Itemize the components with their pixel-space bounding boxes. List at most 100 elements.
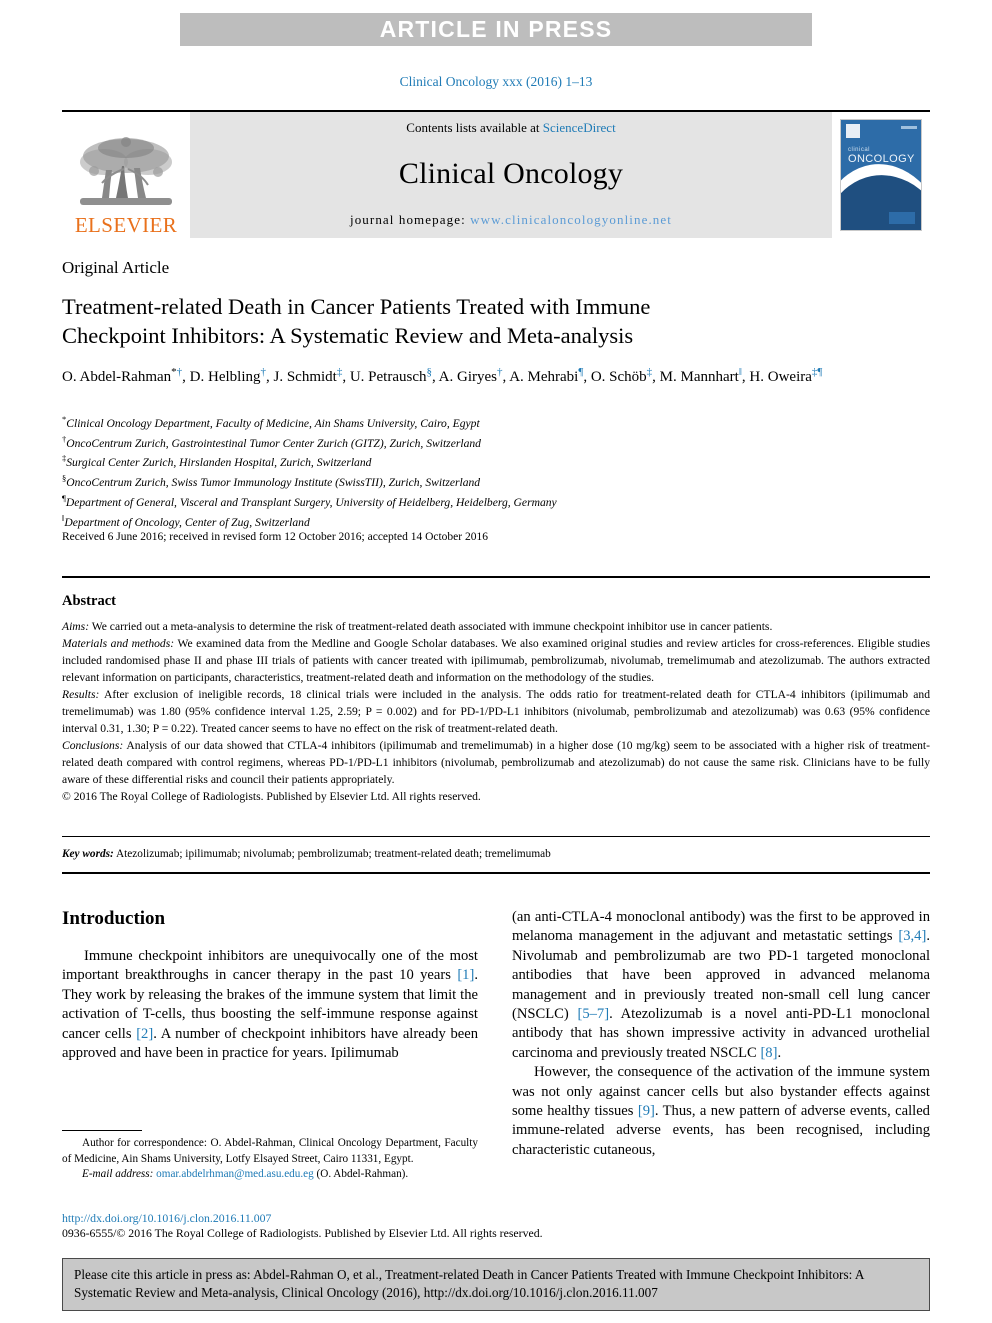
elsevier-tree-icon [80, 137, 172, 205]
masthead-center: Contents lists available at ScienceDirec… [190, 112, 832, 238]
abstract-results-text: After exclusion of ineligible records, 1… [62, 688, 930, 736]
affiliation-item: †OncoCentrum Zurich, Gastrointestinal Tu… [62, 433, 930, 453]
abstract-conclusions-label: Conclusions: [62, 739, 124, 753]
author-affiliation-mark: ‖ [738, 365, 742, 378]
affiliation-text: Surgical Center Zurich, Hirslanden Hospi… [66, 456, 372, 470]
contents-prefix: Contents lists available at [406, 120, 543, 135]
abstract-copyright: © 2016 The Royal College of Radiologists… [62, 790, 481, 804]
author-affiliation-mark: ¶ [578, 365, 584, 378]
affiliation-item: ‡Surgical Center Zurich, Hirslanden Hosp… [62, 452, 930, 472]
abstract-heading: Abstract [62, 593, 116, 609]
email-suffix: (O. Abdel-Rahman). [313, 1168, 409, 1181]
affiliation-item: ‖Department of Oncology, Center of Zug, … [62, 512, 930, 532]
journal-homepage-line: journal homepage: www.clinicaloncologyon… [350, 212, 672, 228]
abstract-top-rule [62, 576, 930, 578]
journal-masthead: ELSEVIER Contents lists available at Sci… [62, 110, 930, 238]
journal-citation-line: Clinical Oncology xxx (2016) 1–13 [399, 74, 593, 89]
reference-link-1[interactable]: [1] [457, 967, 474, 983]
article-title-line-1: Treatment-related Death in Cancer Patien… [62, 294, 651, 319]
affiliation-text: OncoCentrum Zurich, Gastrointestinal Tum… [66, 436, 481, 450]
keywords-top-rule [62, 836, 930, 837]
cite-this-article-box: Please cite this article in press as: Ab… [62, 1258, 930, 1311]
sciencedirect-link[interactable]: ScienceDirect [543, 120, 616, 135]
affiliation-item: §OncoCentrum Zurich, Swiss Tumor Immunol… [62, 472, 930, 492]
article-in-press-label: ARTICLE IN PRESS [379, 16, 613, 42]
journal-cover-cell: clinical ONCOLOGY [832, 112, 930, 238]
elsevier-wordmark: ELSEVIER [74, 213, 178, 237]
contents-lists-line: Contents lists available at ScienceDirec… [406, 120, 615, 136]
article-header: Original Article Treatment-related Death… [62, 258, 930, 388]
intro-paragraph-right-1: (an anti-CTLA-4 monoclonal antibody) was… [512, 908, 930, 1063]
author-affiliation-mark: § [426, 365, 432, 378]
abstract-results: Results: After exclusion of ineligible r… [62, 686, 930, 737]
homepage-prefix: journal homepage: [349, 212, 471, 227]
intro-paragraph-left: Immune checkpoint inhibitors are unequiv… [62, 947, 478, 1063]
abstract-aims-label: Aims: [62, 620, 90, 633]
affiliation-text: Department of General, Visceral and Tran… [65, 495, 557, 509]
author-affiliation-mark: ‡¶ [811, 365, 823, 378]
body-column-right: (an anti-CTLA-4 monoclonal antibody) was… [512, 908, 930, 1160]
journal-title: Clinical Oncology [398, 157, 624, 190]
section-heading-introduction: Introduction [62, 908, 166, 929]
author-name: J. Schmidt [273, 368, 337, 385]
reference-link-5-7[interactable]: [5–7] [577, 1006, 609, 1022]
abstract-aims: Aims: We carried out a meta-analysis to … [62, 618, 930, 635]
correspondence-footnote: Author for correspondence: O. Abdel-Rahm… [62, 1136, 478, 1183]
intro-right-text-a: (an anti-CTLA-4 monoclonal antibody) was… [512, 909, 930, 945]
author-affiliation-mark: † [260, 365, 266, 378]
received-dates: Received 6 June 2016; received in revise… [62, 531, 488, 543]
body-column-left: Introduction Immune checkpoint inhibitor… [62, 908, 478, 1063]
intro-left-text-a: Immune checkpoint inhibitors are unequiv… [62, 948, 478, 984]
cover-topright-mark [901, 126, 917, 129]
cite-this-article-text: Please cite this article in press as: Ab… [74, 1267, 864, 1300]
author-affiliation-mark: ‡ [336, 365, 343, 378]
reference-link-8[interactable]: [8] [760, 1045, 777, 1061]
author-name: A. Giryes [438, 368, 497, 385]
intro-right-text-d: . [777, 1044, 782, 1061]
abstract-methods: Materials and methods: We examined data … [62, 635, 930, 686]
issn-copyright-line: 0936-6555/© 2016 The Royal College of Ra… [62, 1226, 543, 1240]
correspondence-text: Author for correspondence: O. Abdel-Rahm… [62, 1137, 478, 1165]
affiliation-text: Clinical Oncology Department, Faculty of… [66, 416, 480, 430]
affiliation-list: *Clinical Oncology Department, Faculty o… [62, 413, 930, 531]
reference-link-9[interactable]: [9] [638, 1103, 655, 1119]
author-list: O. Abdel-Rahman*†, D. Helbling†, J. Schm… [62, 365, 823, 385]
affiliation-text: Department of Oncology, Center of Zug, S… [64, 515, 310, 529]
abstract-conclusions: Conclusions: Analysis of our data showed… [62, 737, 930, 788]
abstract-methods-text: We examined data from the Medline and Go… [62, 637, 930, 685]
author-affiliation-mark: † [497, 365, 503, 378]
affiliation-item: *Clinical Oncology Department, Faculty o… [62, 413, 930, 433]
keywords-label: Key words: [62, 848, 114, 860]
author-name: U. Petrausch [349, 368, 427, 385]
doi-link[interactable]: http://dx.doi.org/10.1016/j.clon.2016.11… [62, 1211, 271, 1226]
affiliation-item: ¶Department of General, Visceral and Tra… [62, 492, 930, 512]
abstract-body: Aims: We carried out a meta-analysis to … [62, 618, 930, 805]
cover-elsevier-mini-logo-icon [846, 124, 860, 138]
author-name: A. Mehrabi [509, 368, 579, 385]
article-type-label: Original Article [62, 258, 170, 277]
author-name: H. Oweira [749, 368, 812, 385]
author-affiliation-mark: † [176, 365, 183, 378]
journal-homepage-link[interactable]: www.clinicaloncologyonline.net [470, 212, 672, 227]
reference-link-2[interactable]: [2] [136, 1026, 153, 1042]
article-in-press-banner: ARTICLE IN PRESS [180, 13, 812, 46]
intro-paragraph-right-2: However, the consequence of the activati… [512, 1063, 930, 1160]
email-label: E-mail address: [82, 1168, 154, 1181]
abstract-conclusions-text: Analysis of our data showed that CTLA-4 … [62, 739, 930, 787]
cover-caption-large: ONCOLOGY [848, 153, 915, 165]
author-name: O. Abdel-Rahman [62, 368, 172, 385]
cover-bottom-badge-icon [889, 212, 915, 224]
article-title-line-2: Checkpoint Inhibitors: A Systematic Revi… [62, 323, 634, 349]
footnote-rule [62, 1130, 142, 1131]
journal-cover-thumbnail[interactable]: clinical ONCOLOGY [840, 119, 922, 231]
reference-link-3-4[interactable]: [3,4] [898, 928, 926, 944]
affiliation-text: OncoCentrum Zurich, Swiss Tumor Immunolo… [66, 475, 481, 489]
abstract-results-label: Results: [62, 688, 100, 702]
author-name: O. Schöb [590, 368, 647, 385]
keywords-line: Key words: Atezolizumab; ipilimumab; niv… [62, 848, 930, 860]
page-title: Treatment-related Death in Cancer Patien… [62, 292, 930, 351]
author-name: M. Mannhart [659, 368, 739, 385]
author-name: D. Helbling [189, 368, 261, 385]
email-link[interactable]: omar.abdelrhman@med.asu.edu.eg [156, 1168, 314, 1180]
keywords-bottom-rule [62, 872, 930, 874]
